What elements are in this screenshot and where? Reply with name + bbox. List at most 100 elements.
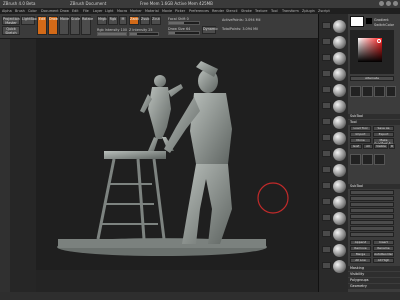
merge-button[interactable]: Merge (350, 252, 371, 257)
subtool-slot[interactable] (350, 196, 394, 201)
close-icon[interactable] (393, 1, 398, 6)
all-button[interactable]: All (363, 144, 373, 149)
save-as-button[interactable]: Save As (373, 126, 394, 131)
import-button[interactable]: Import (350, 132, 371, 137)
tool-thumbnail[interactable] (374, 154, 385, 165)
shelf-button[interactable] (322, 166, 331, 173)
material-sphere-icon[interactable] (333, 148, 346, 161)
r-button[interactable]: R (389, 144, 395, 149)
subtool-header[interactable]: SubTool (348, 184, 400, 189)
material-sphere-icon[interactable] (333, 68, 346, 81)
tool-thumbnail[interactable] (362, 154, 373, 165)
secondary-color-swatch[interactable] (366, 18, 372, 24)
material-sphere-icon[interactable] (333, 180, 346, 193)
color-picker[interactable] (350, 30, 394, 74)
shelf-button[interactable] (322, 182, 331, 189)
remove-button[interactable]: Remove (350, 246, 371, 251)
tool-thumbnail[interactable] (350, 154, 361, 165)
auto-reorder-button[interactable]: AutoReorder (373, 252, 394, 257)
document-canvas[interactable] (36, 39, 318, 270)
tool-thumbnail[interactable] (374, 86, 385, 97)
minimize-icon[interactable] (379, 1, 384, 6)
tool-thumbnail[interactable] (350, 86, 361, 97)
tool-header[interactable]: Tool (348, 120, 400, 125)
subtool-slot[interactable] (350, 214, 394, 219)
color-picker-marker[interactable] (377, 39, 381, 43)
visible-button[interactable]: Visible (374, 144, 388, 149)
polygroups-header[interactable]: Polygroups (348, 278, 400, 283)
draw-size-slider[interactable] (168, 31, 200, 35)
make-polymesh-button[interactable]: Make PolyMesh3D (373, 138, 394, 145)
material-sphere-icon[interactable] (333, 36, 346, 49)
rename-button[interactable]: Rename (373, 246, 394, 251)
append-button[interactable]: Append (350, 240, 371, 245)
shelf-button[interactable] (322, 262, 331, 269)
material-sphere-icon[interactable] (333, 132, 346, 145)
edit-button[interactable]: Edit (37, 16, 47, 35)
shelf-button[interactable] (322, 70, 331, 77)
subtool-slot[interactable] (350, 220, 394, 225)
subtool-slot[interactable] (350, 232, 394, 237)
zcut-button[interactable]: Zcut (151, 16, 161, 25)
m-button[interactable]: M (119, 16, 127, 25)
subtool-slot[interactable] (350, 226, 394, 231)
mrgb-button[interactable]: Mrgb (97, 16, 107, 25)
shelf-button[interactable] (322, 150, 331, 157)
export-button[interactable]: Export (373, 132, 394, 137)
rotate-button[interactable]: Rotate (81, 16, 93, 35)
load-tool-button[interactable]: Load Tool (350, 126, 371, 131)
shelf-button[interactable] (322, 54, 331, 61)
move-button[interactable]: Move (59, 16, 69, 35)
material-sphere-icon[interactable] (333, 164, 346, 177)
main-color-swatch[interactable] (350, 16, 364, 27)
subtool-slot[interactable] (350, 202, 394, 207)
subtool-header[interactable]: SubTool (348, 114, 400, 119)
shelf-button[interactable] (322, 246, 331, 253)
tool-thumbnail[interactable] (386, 86, 396, 97)
shelf-button[interactable] (322, 118, 331, 125)
z-intensity-slider[interactable] (129, 32, 159, 36)
shelf-button[interactable] (322, 86, 331, 93)
material-sphere-icon[interactable] (333, 196, 346, 209)
projection-master-button[interactable]: Projection Master (2, 16, 20, 25)
shelf-button[interactable] (322, 214, 331, 221)
material-sphere-icon[interactable] (333, 228, 346, 241)
draw-button[interactable]: Draw (48, 16, 58, 35)
material-sphere-icon[interactable] (333, 244, 346, 257)
shelf-button[interactable] (322, 102, 331, 109)
material-sphere-icon[interactable] (333, 100, 346, 113)
goz-button[interactable]: GoZ (350, 144, 362, 149)
shelf-button[interactable] (322, 198, 331, 205)
tool-thumbnail[interactable] (362, 86, 373, 97)
zadd-button[interactable]: Zadd (129, 16, 139, 25)
all-low-button[interactable]: All Low (350, 258, 371, 263)
material-sphere-icon[interactable] (333, 52, 346, 65)
subtool-slot[interactable] (350, 208, 394, 213)
shelf-button[interactable] (322, 22, 331, 29)
material-sphere-icon[interactable] (333, 20, 346, 33)
focal-shift-slider[interactable] (168, 21, 200, 25)
clone-button[interactable]: Clone (350, 138, 371, 143)
alternate-button[interactable]: Alternate (350, 76, 394, 81)
scale-button[interactable]: Scale (70, 16, 80, 35)
maximize-icon[interactable] (386, 1, 391, 6)
material-sphere-icon[interactable] (333, 84, 346, 97)
shelf-button[interactable] (322, 38, 331, 45)
rgb-button[interactable]: Rgb (108, 16, 118, 25)
rgb-intensity-slider[interactable] (97, 32, 127, 36)
visibility-header[interactable]: Visibility (348, 272, 400, 277)
shelf-button[interactable] (322, 230, 331, 237)
zsub-button[interactable]: Zsub (140, 16, 150, 25)
masking-header[interactable]: Masking (348, 266, 400, 271)
material-sphere-icon[interactable] (333, 260, 346, 273)
geometry-header[interactable]: Geometry (348, 284, 400, 289)
dynamic-button[interactable]: Dynamic (202, 26, 218, 34)
material-sphere-icon[interactable] (333, 116, 346, 129)
lightbox-button[interactable]: LightBox (21, 16, 37, 25)
insert-button[interactable]: Insert (373, 240, 394, 245)
quick-sketch-button[interactable]: Quick Sketch (2, 26, 20, 35)
subtool-slot[interactable] (350, 190, 394, 195)
material-sphere-icon[interactable] (333, 212, 346, 225)
all-high-button[interactable]: All High (373, 258, 394, 263)
shelf-button[interactable] (322, 134, 331, 141)
